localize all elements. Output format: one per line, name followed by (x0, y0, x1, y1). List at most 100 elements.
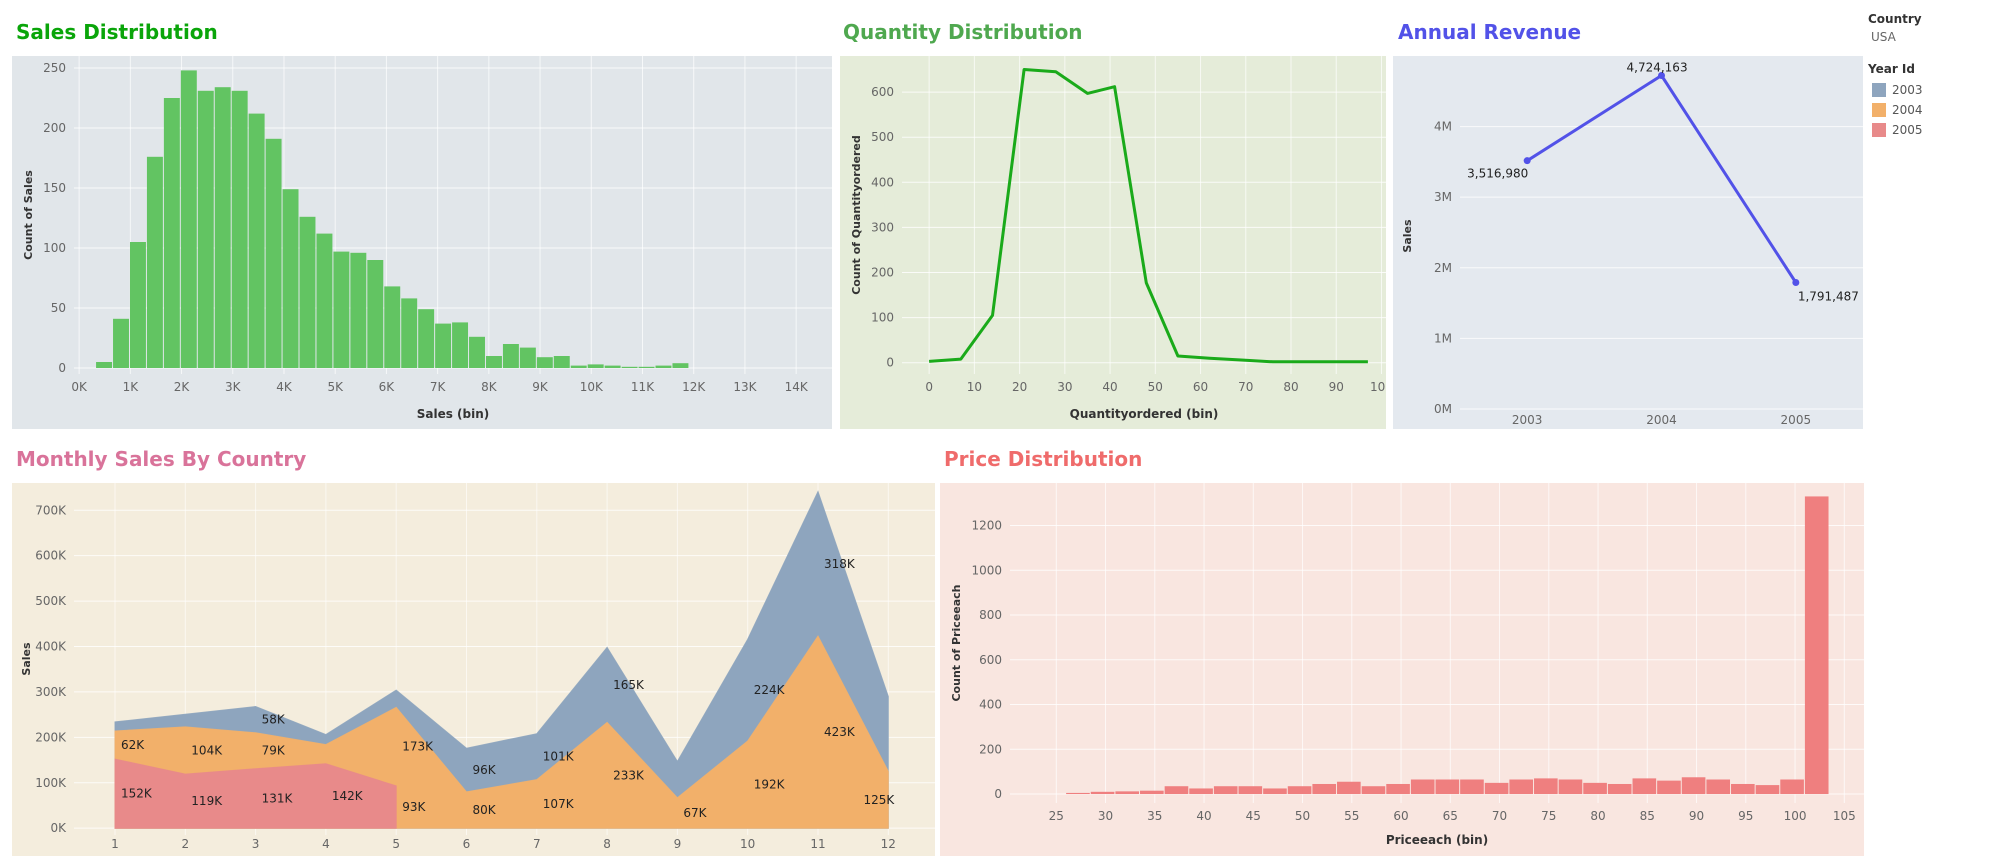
data-label: 1,791,487 (1798, 289, 1859, 303)
legend-swatch (1872, 123, 1886, 137)
data-label: 131K (262, 791, 294, 805)
y-tick-label: 4M (1434, 120, 1452, 134)
data-label: 165K (613, 678, 645, 692)
histogram-bar (587, 364, 604, 368)
price-chart-title: Price Distribution (944, 447, 1143, 471)
x-tick-label: 9K (532, 380, 549, 394)
y-tick-label: 3M (1434, 190, 1452, 204)
x-tick-label: 80 (1283, 380, 1298, 394)
x-tick-label: 13K (733, 380, 757, 394)
histogram-bar (519, 347, 536, 368)
x-tick-label: 90 (1329, 380, 1344, 394)
histogram-bar (1115, 791, 1140, 795)
plot-background (940, 483, 1864, 856)
histogram-bar (536, 357, 553, 368)
x-tick-label: 60 (1393, 809, 1408, 823)
histogram-bar (1189, 788, 1213, 795)
annual-chart-title: Annual Revenue (1398, 20, 1582, 44)
revenue-point (1792, 278, 1800, 286)
y-tick-label: 700K (35, 503, 67, 517)
x-tick-label: 12K (682, 380, 706, 394)
histogram-bar (316, 233, 333, 368)
data-label: 3,516,980 (1467, 167, 1528, 181)
x-tick-label: 2004 (1646, 413, 1677, 427)
histogram-bar (1460, 779, 1484, 795)
y-tick-label: 300 (871, 220, 894, 234)
histogram-bar (129, 242, 146, 368)
y-tick-label: 50 (51, 301, 66, 315)
y-tick-label: 400K (35, 640, 67, 654)
x-axis-label: Quantityordered (bin) (1070, 407, 1219, 421)
legend-item-label: 2003 (1892, 83, 1923, 97)
annual-revenue-chart: 0M 1M 2M 3M 4M Sales 2003 2004 2005 3,516,980 4,72… (1393, 56, 1863, 429)
y-tick-label: 0 (994, 787, 1002, 801)
histogram-bar (333, 251, 350, 368)
y-tick-label: 600 (979, 653, 1002, 667)
histogram-bar (350, 252, 367, 368)
x-tick-label: 8K (481, 380, 498, 394)
x-tick-label: 70 (1492, 809, 1507, 823)
y-tick-label: 200K (35, 730, 67, 744)
data-label: 119K (191, 794, 223, 808)
x-tick-label: 2005 (1781, 413, 1812, 427)
data-label: 96K (473, 763, 497, 777)
histogram-bar (435, 323, 452, 368)
data-label: 104K (191, 744, 223, 758)
histogram-bar (621, 366, 638, 368)
data-label: 4,724,163 (1627, 60, 1688, 74)
y-tick-label: 800 (979, 608, 1002, 622)
x-tick-label: 30 (1098, 809, 1113, 823)
histogram-bar (502, 344, 519, 368)
x-tick-label: 100 (1370, 380, 1386, 394)
y-axis-label: Count of Sales (22, 170, 35, 260)
data-label: 93K (402, 800, 426, 814)
histogram-bar (1607, 783, 1632, 795)
y-tick-label: 1M (1434, 331, 1452, 345)
y-tick-label: 0 (58, 361, 66, 375)
data-label: 79K (262, 744, 286, 758)
histogram-bar (146, 156, 163, 368)
y-tick-label: 100 (43, 241, 66, 255)
histogram-bar (1681, 777, 1706, 795)
histogram-bar (401, 298, 418, 368)
histogram-bar (367, 260, 384, 368)
histogram-bar (1410, 779, 1435, 795)
histogram-bar (469, 336, 485, 368)
plot-background (840, 56, 1386, 429)
y-tick-label: 600 (871, 85, 894, 99)
y-tick-label: 1200 (971, 519, 1002, 533)
histogram-bar (197, 90, 214, 369)
price-distribution-chart: 25 30 35 40 45 50 55 60 65 70 75 80 85 90 95 100 105 0 200… (940, 483, 1864, 856)
y-tick-label: 100K (35, 776, 67, 790)
x-tick-label: 75 (1541, 809, 1556, 823)
histogram-bar (1164, 786, 1189, 795)
x-tick-label: 30 (1057, 380, 1072, 394)
y-tick-label: 2M (1434, 261, 1452, 275)
x-tick-label: 45 (1246, 809, 1261, 823)
y-tick-label: 250 (43, 61, 66, 75)
legend-country-header: Country (1868, 12, 1922, 26)
legend-item-label: 2004 (1892, 103, 1923, 117)
y-tick-label: 200 (871, 266, 894, 280)
x-tick-label: 12 (881, 837, 896, 851)
y-axis-label: Sales (1401, 219, 1414, 253)
x-tick-label: 7K (430, 380, 447, 394)
histogram-bar (1312, 783, 1337, 795)
country-filter-value[interactable]: USA (1868, 30, 1923, 44)
histogram-bar (231, 90, 248, 369)
legend-item-2004[interactable]: 2004 (1868, 100, 1923, 120)
legend-item-2005[interactable]: 2005 (1868, 120, 1923, 140)
x-tick-label: 6K (379, 380, 396, 394)
y-tick-label: 0 (886, 356, 894, 370)
data-label: 67K (683, 806, 707, 820)
x-axis-label: Priceeach (bin) (1386, 833, 1488, 847)
x-tick-label: 85 (1640, 809, 1655, 823)
x-tick-label: 50 (1295, 809, 1310, 823)
y-tick-label: 0K (50, 821, 67, 835)
histogram-bar (1090, 791, 1115, 795)
legend-item-2003[interactable]: 2003 (1868, 80, 1923, 100)
histogram-bar (248, 113, 265, 368)
x-tick-label: 10K (580, 380, 604, 394)
y-tick-label: 300K (35, 685, 67, 699)
data-label: 224K (754, 683, 786, 697)
